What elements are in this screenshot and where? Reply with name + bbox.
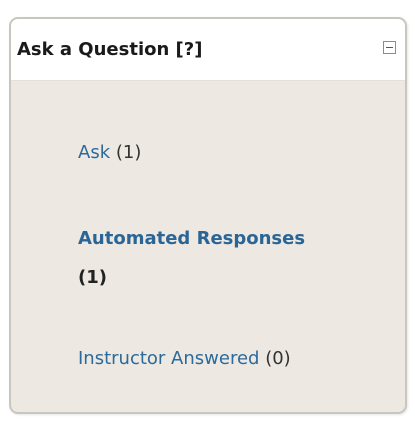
automated-responses-count: (1) <box>78 267 107 288</box>
instructor-answered-link[interactable]: Instructor Answered <box>78 348 259 369</box>
list-item-automated-responses: Automated Responses (1) <box>78 219 398 297</box>
panel-header: Ask a Question [?] <box>11 19 405 81</box>
automated-responses-link[interactable]: Automated Responses <box>78 228 305 249</box>
collapse-icon[interactable] <box>383 41 396 54</box>
list-item-ask: Ask (1) <box>78 141 141 165</box>
list-item-instructor-answered: Instructor Answered (0) <box>78 347 291 371</box>
ask-a-question-panel: Ask a Question [?] Ask (1) Automated Res… <box>9 17 407 414</box>
ask-link[interactable]: Ask <box>78 142 110 163</box>
ask-count: (1) <box>115 142 142 163</box>
instructor-answered-count: (0) <box>265 348 291 369</box>
panel-title: Ask a Question [?] <box>17 39 203 60</box>
